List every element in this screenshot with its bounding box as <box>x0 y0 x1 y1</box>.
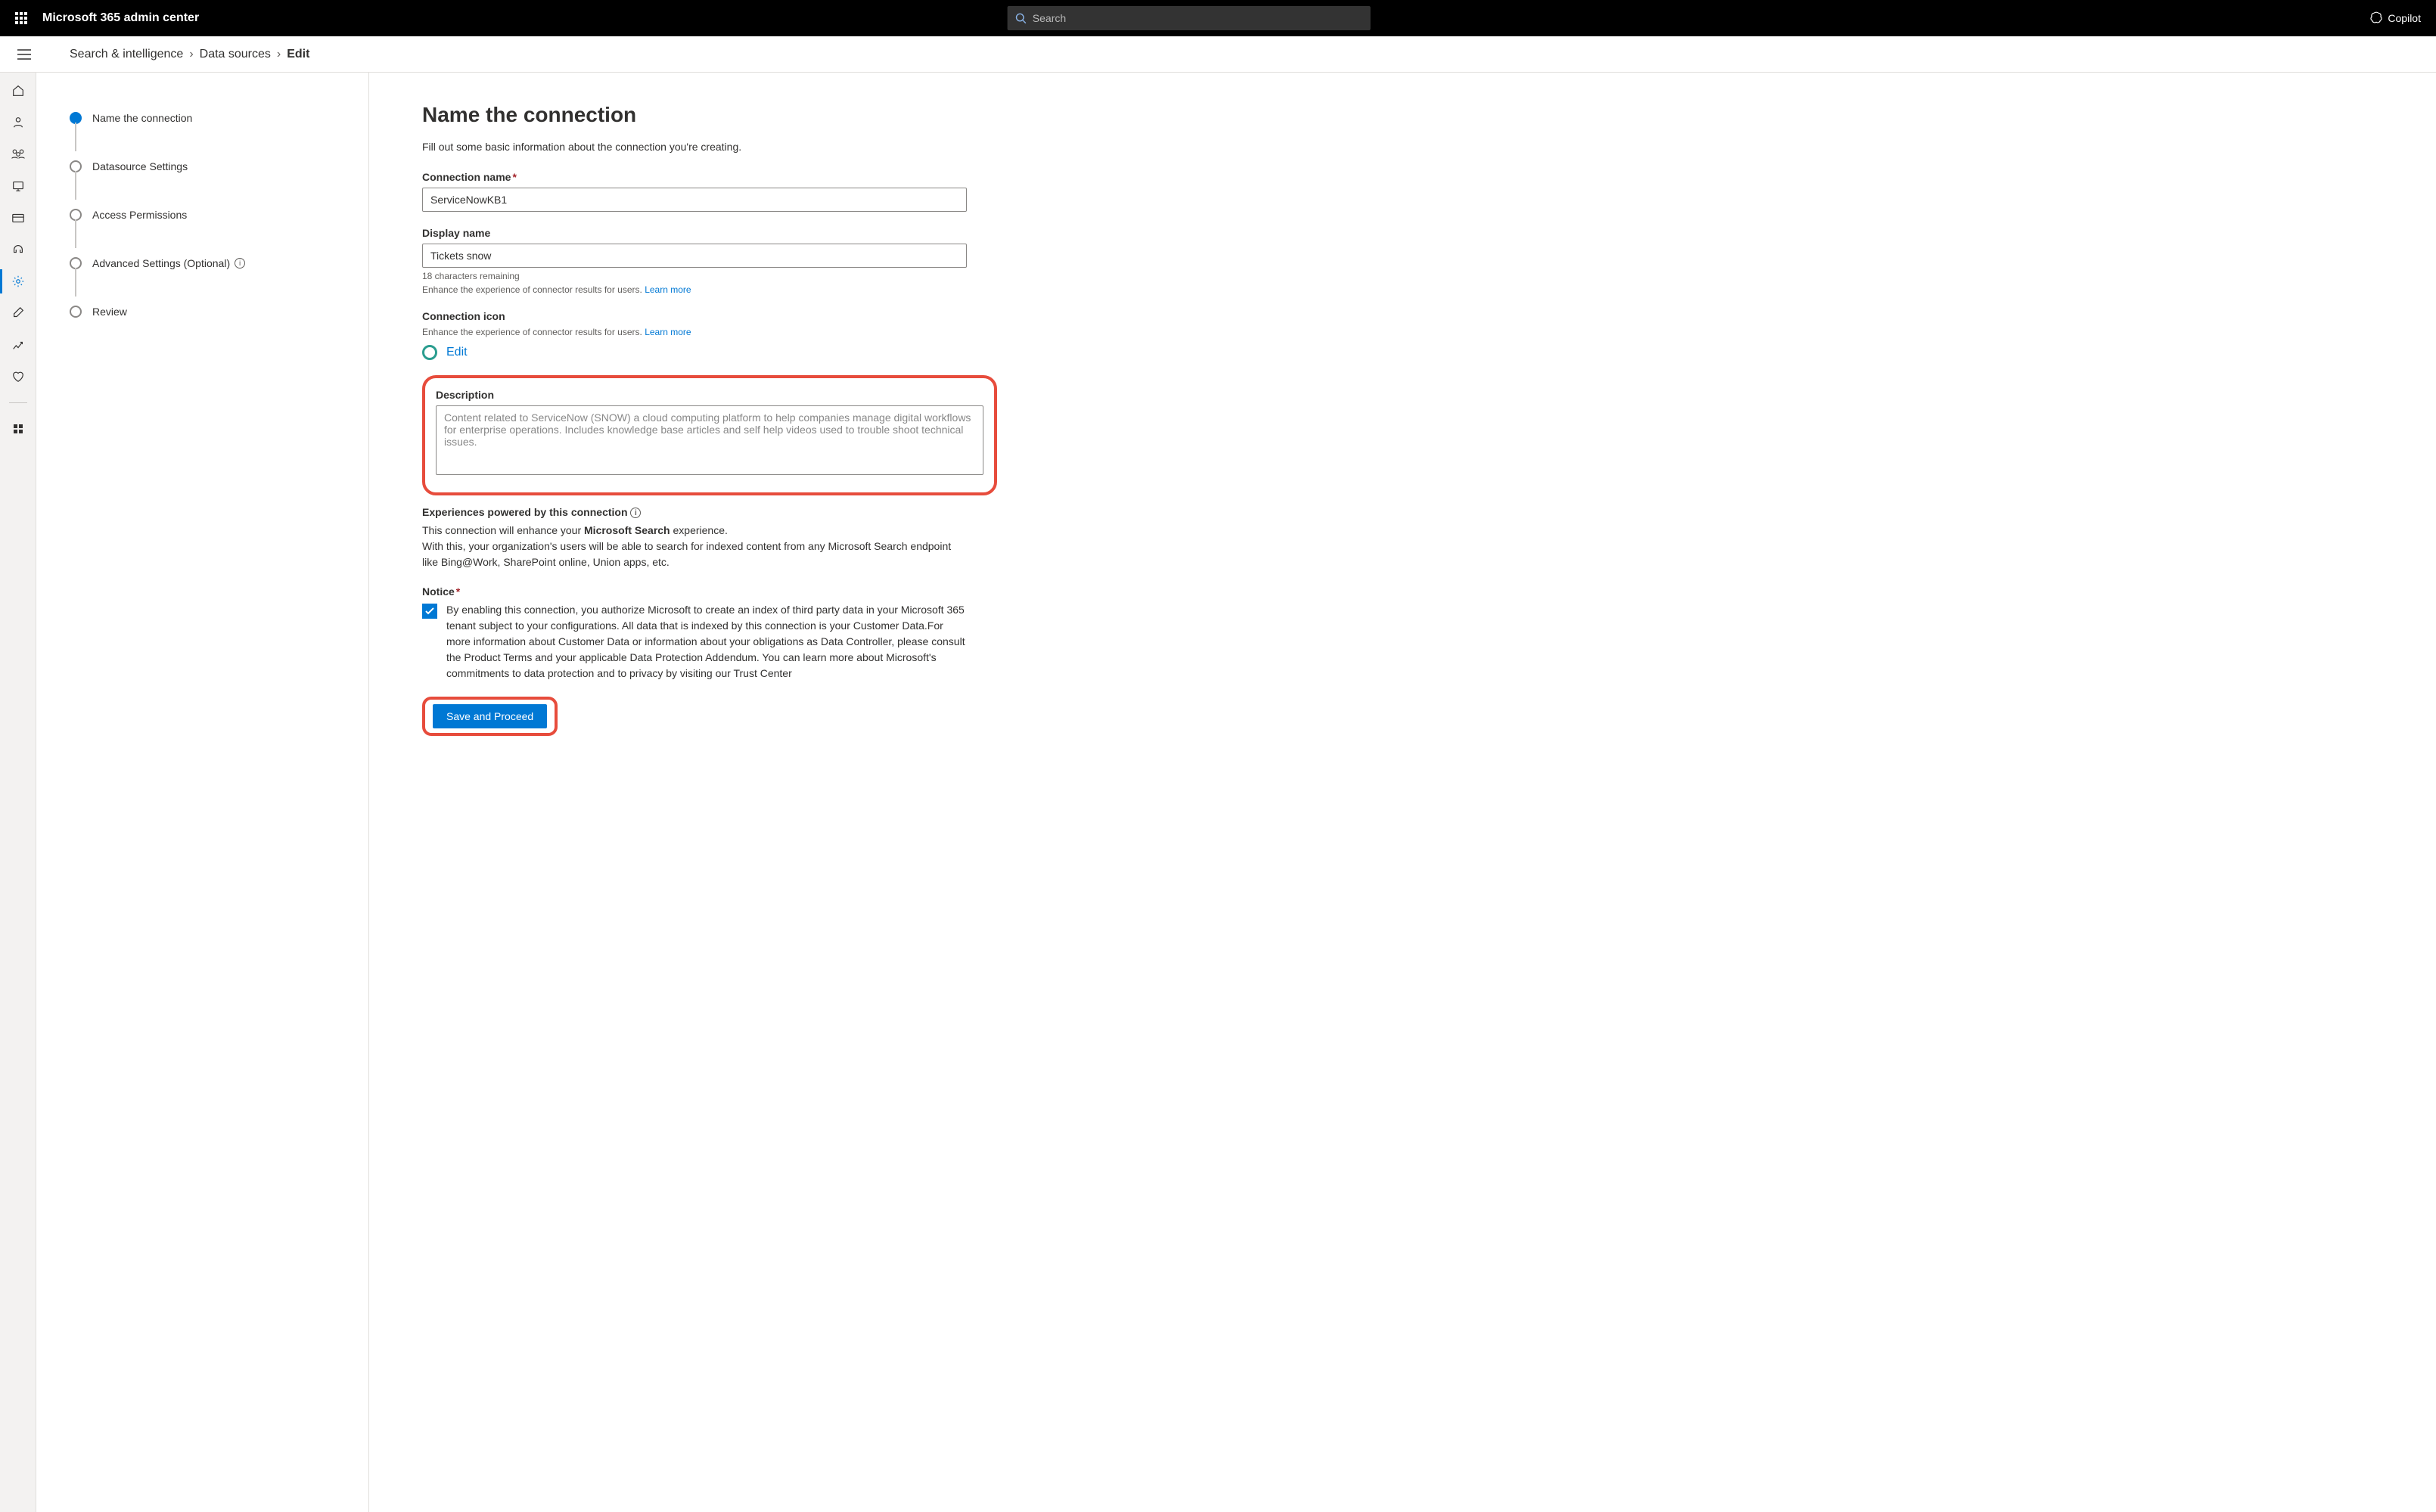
wizard-step-review[interactable]: Review <box>70 300 368 324</box>
step-dot-icon <box>70 112 82 124</box>
search-input[interactable] <box>1033 12 1363 24</box>
breadcrumb: Search & intelligence › Data sources › E… <box>70 48 309 61</box>
wizard-step-datasource-settings[interactable]: Datasource Settings <box>70 154 368 179</box>
groups-icon[interactable] <box>11 147 26 162</box>
save-and-proceed-button[interactable]: Save and Proceed <box>433 704 547 728</box>
content-area: Name the connection Fill out some basic … <box>369 73 2436 1512</box>
wizard-nav: Name the connection Datasource Settings … <box>36 73 369 1512</box>
nav-toggle-button[interactable] <box>9 39 39 70</box>
save-button-highlight: Save and Proceed <box>422 697 558 736</box>
edit-icon-link[interactable]: Edit <box>446 346 468 359</box>
connection-icon-helper: Enhance the experience of connector resu… <box>422 327 967 337</box>
hamburger-icon <box>17 49 31 60</box>
wizard-step-advanced-settings[interactable]: Advanced Settings (Optional)i <box>70 251 368 275</box>
devices-icon[interactable] <box>11 179 26 194</box>
experiences-label: Experiences powered by this connection i <box>422 506 967 518</box>
step-dot-icon <box>70 257 82 269</box>
breadcrumb-level2[interactable]: Data sources <box>200 48 271 61</box>
step-dot-icon <box>70 306 82 318</box>
learn-more-link[interactable]: Learn more <box>645 327 691 337</box>
users-icon[interactable] <box>11 115 26 130</box>
left-rail <box>0 73 36 1512</box>
home-icon[interactable] <box>11 83 26 98</box>
support-icon[interactable] <box>11 242 26 257</box>
wizard-step-name-connection[interactable]: Name the connection <box>70 106 368 130</box>
info-icon[interactable]: i <box>630 508 641 518</box>
page-title: Name the connection <box>422 103 2391 127</box>
breadcrumb-level1[interactable]: Search & intelligence <box>70 48 183 61</box>
connection-name-input[interactable] <box>422 188 967 212</box>
breadcrumb-bar: Search & intelligence › Data sources › E… <box>0 36 2436 73</box>
connection-name-label: Connection name* <box>422 171 967 183</box>
step-dot-icon <box>70 160 82 172</box>
health-icon[interactable] <box>11 369 26 384</box>
copilot-icon <box>2369 11 2383 25</box>
experiences-text: This connection will enhance your Micros… <box>422 523 967 570</box>
info-icon[interactable]: i <box>235 258 245 269</box>
settings-icon[interactable] <box>11 274 26 289</box>
rail-divider <box>9 402 27 403</box>
notice-label: Notice* <box>422 585 967 598</box>
search-icon <box>1015 12 1027 24</box>
admin-centers-icon[interactable] <box>11 421 26 436</box>
chevron-right-icon: › <box>277 48 281 61</box>
step-dot-icon <box>70 209 82 221</box>
wizard-step-access-permissions[interactable]: Access Permissions <box>70 203 368 227</box>
description-label: Description <box>436 389 983 401</box>
waffle-icon <box>15 12 27 24</box>
setup-icon[interactable] <box>11 306 26 321</box>
display-name-label: Display name <box>422 227 967 239</box>
learn-more-link[interactable]: Learn more <box>645 284 691 295</box>
copilot-button[interactable]: Copilot <box>2369 11 2430 25</box>
description-textarea[interactable] <box>436 405 983 475</box>
description-highlight: Description <box>422 375 997 495</box>
chars-remaining: 18 characters remaining <box>422 271 967 281</box>
app-title: Microsoft 365 admin center <box>42 11 199 25</box>
chevron-right-icon: › <box>189 48 193 61</box>
display-name-helper: Enhance the experience of connector resu… <box>422 284 967 295</box>
reports-icon[interactable] <box>11 337 26 352</box>
notice-checkbox[interactable] <box>422 604 437 619</box>
notice-text: By enabling this connection, you authori… <box>446 602 967 681</box>
checkmark-icon <box>424 606 435 616</box>
copilot-label: Copilot <box>2388 12 2421 24</box>
connection-icon-preview <box>422 345 437 360</box>
breadcrumb-current: Edit <box>287 48 309 61</box>
page-intro: Fill out some basic information about th… <box>422 141 2391 153</box>
display-name-input[interactable] <box>422 244 967 268</box>
connection-icon-label: Connection icon <box>422 310 967 322</box>
top-bar: Microsoft 365 admin center Copilot <box>0 0 2436 36</box>
global-search[interactable] <box>1008 6 1371 30</box>
billing-icon[interactable] <box>11 210 26 225</box>
app-launcher-button[interactable] <box>6 3 36 33</box>
